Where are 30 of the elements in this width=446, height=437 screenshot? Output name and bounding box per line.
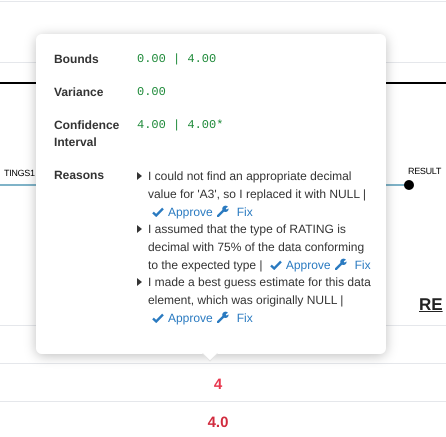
field-value: 0.00: [137, 84, 166, 101]
node-label: RESULT: [408, 165, 442, 178]
field-value: 4.00 | 4.00*: [137, 117, 224, 134]
check-icon: [270, 260, 282, 270]
wrench-icon: [216, 311, 229, 323]
caret-icon[interactable]: [137, 172, 142, 180]
caret-icon[interactable]: [137, 278, 142, 286]
approve-link[interactable]: Approve: [152, 311, 213, 325]
wrench-icon: [216, 205, 229, 217]
fix-link[interactable]: Fix: [216, 311, 253, 325]
check-icon: [152, 313, 164, 323]
field-label: Reasons: [54, 167, 106, 184]
table-cell-text: 4.0: [206, 413, 230, 433]
field-value: 0.00 | 4.00: [137, 51, 216, 68]
table-cell-text: 4: [212, 375, 224, 395]
reason-text: I could not find an appropriate decimal value for 'A3', so I replaced it with NULL | Approve Fix: [148, 168, 368, 221]
field-label: Confidence Interval: [54, 117, 120, 151]
review-link[interactable]: RE: [419, 292, 443, 318]
check-icon: [152, 207, 164, 217]
reason-text: I made a best guess estimate for this data element, which was originally NULL | Approve Fix: [148, 274, 372, 327]
caret-icon[interactable]: [137, 225, 142, 233]
fix-link[interactable]: Fix: [216, 205, 253, 219]
node-label: TINGS1: [4, 167, 35, 180]
field-label: Variance: [54, 84, 104, 101]
wrench-icon: [334, 258, 347, 270]
approve-link[interactable]: Approve: [152, 205, 213, 219]
field-label: Bounds: [54, 51, 100, 68]
fix-link[interactable]: Fix: [334, 258, 371, 272]
reason-text: I assumed that the type of RATING is decimal with 75% of the data conforming to the expected type | Approve Fix: [148, 221, 372, 274]
approve-link[interactable]: Approve: [270, 258, 331, 272]
